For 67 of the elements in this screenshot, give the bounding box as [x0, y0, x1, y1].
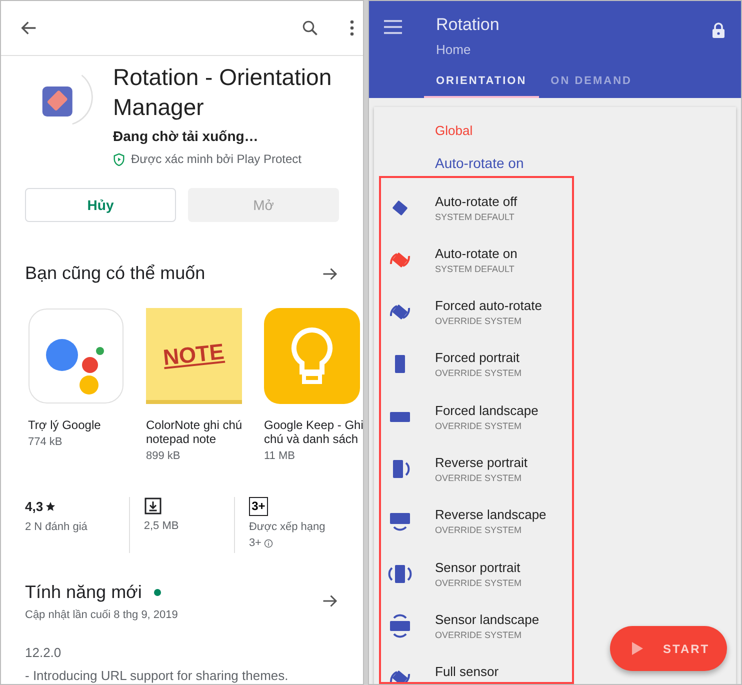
list-item[interactable]: Forced portrait OVERRIDE SYSTEM: [374, 346, 564, 399]
item-subtitle: OVERRIDE SYSTEM: [435, 576, 522, 589]
stat-label: 2 N đánh giá: [25, 520, 88, 535]
list-item[interactable]: Sensor portrait OVERRIDE SYSTEM: [374, 556, 564, 608]
item-title: Sensor landscape: [435, 612, 540, 628]
app-size: 774 kB: [28, 435, 64, 450]
item-title: Auto-rotate off: [435, 194, 518, 210]
stat-label: 2,5 MB: [144, 518, 180, 534]
list-item[interactable]: Sensor landscape OVERRIDE SYSTEM: [374, 608, 564, 660]
list-item[interactable]: Auto-rotate off SYSTEM DEFAULT: [374, 190, 564, 242]
item-title: Forced auto-rotate: [435, 298, 542, 314]
version-text: 12.2.0: [24, 644, 62, 662]
download-icon: [144, 496, 162, 514]
star-icon: [45, 500, 56, 512]
age-rating-badge: 3+: [248, 496, 268, 516]
item-title: Forced portrait: [435, 350, 521, 366]
list-item[interactable]: Auto-rotate on SYSTEM DEFAULT: [374, 242, 564, 294]
item-subtitle: OVERRIDE SYSTEM: [435, 420, 523, 432]
release-notes: - Introducing URL support for sharing themes.: [24, 666, 290, 684]
app-size: 899 kB: [146, 449, 182, 464]
list-item[interactable]: Forced landscape OVERRIDE SYSTEM: [374, 398, 564, 451]
item-subtitle: OVERRIDE SYSTEM: [435, 472, 523, 484]
app-size: 11 MB: [264, 449, 296, 464]
new-dot-icon: [154, 588, 161, 596]
item-subtitle: OVERRIDE SYSTEM: [435, 524, 523, 536]
shield-icon: [113, 152, 125, 166]
app-bar-title: Rotation: [436, 14, 500, 36]
stat-label: 3+: [248, 536, 262, 551]
list-item[interactable]: Full sensor: [374, 660, 564, 684]
current-mode-text: Auto-rotate on: [435, 154, 525, 172]
app-bar-subtitle: Home: [436, 40, 472, 58]
assistant-app-icon[interactable]: [28, 308, 124, 404]
verified-text: Được xác minh bởi Play Protect: [131, 151, 302, 168]
item-title: Auto-rotate on: [435, 246, 518, 262]
play-icon: [632, 642, 643, 655]
tab[interactable]: ORIENTATION: [424, 67, 539, 98]
stat-label: Được xếp hạng: [248, 520, 326, 534]
item-title: Reverse portrait: [435, 454, 528, 471]
item-subtitle: OVERRIDE SYSTEM: [435, 367, 522, 380]
app-name: Google Keep - Ghi chú và danh sách: [264, 418, 363, 446]
list-item[interactable]: Forced auto-rotate OVERRIDE SYSTEM: [374, 294, 564, 346]
item-title: Reverse landscape: [435, 507, 546, 524]
rating-value: 4,3: [25, 498, 44, 516]
update-date: Cập nhật lần cuối 8 thg 9, 2019: [25, 608, 178, 622]
more-options-icon[interactable]: [349, 19, 355, 37]
item-title: Full sensor: [435, 664, 499, 680]
app-name: Trợ lý Google: [28, 418, 102, 432]
search-icon[interactable]: [301, 19, 319, 37]
section-title: Bạn cũng có thể muốn: [25, 262, 206, 285]
item-subtitle: SYSTEM DEFAULT: [435, 262, 516, 275]
item-subtitle: OVERRIDE SYSTEM: [435, 628, 523, 641]
item-title: Sensor portrait: [435, 560, 522, 576]
item-subtitle: SYSTEM DEFAULT: [435, 210, 516, 222]
list-item[interactable]: Reverse landscape OVERRIDE SYSTEM: [374, 503, 564, 556]
note-app-icon[interactable]: NOTE: [146, 308, 242, 404]
info-icon[interactable]: [264, 538, 274, 548]
download-status: Đang chờ tải xuống…: [113, 127, 260, 146]
app-title: Rotation - Orientation Manager: [113, 63, 333, 122]
menu-icon[interactable]: [384, 20, 402, 34]
app-name: ColorNote ghi chú notepad note: [146, 418, 244, 446]
item-subtitle: OVERRIDE SYSTEM: [435, 315, 523, 328]
section-title: Tính năng mới: [25, 580, 142, 604]
cancel-button[interactable]: Hủy: [25, 188, 176, 222]
list-item[interactable]: Reverse portrait OVERRIDE SYSTEM: [374, 450, 564, 504]
section-header: Global: [435, 122, 474, 140]
item-title: Forced landscape: [435, 402, 538, 419]
lock-icon[interactable]: [712, 22, 725, 38]
